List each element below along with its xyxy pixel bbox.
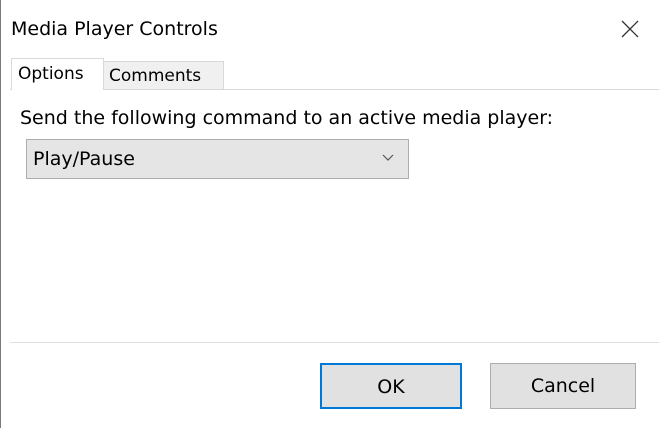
command-instruction-label: Send the following command to an active …	[20, 107, 554, 129]
chevron-down-icon	[382, 154, 394, 161]
title-bar: Media Player Controls	[0, 0, 659, 58]
window-title: Media Player Controls	[11, 18, 218, 40]
dialog-window: Media Player Controls Options Comments S…	[0, 0, 659, 428]
tab-options[interactable]: Options	[11, 58, 104, 90]
close-button[interactable]	[610, 11, 650, 47]
tab-comments[interactable]: Comments	[104, 61, 224, 90]
command-select[interactable]: Play/Pause	[26, 139, 409, 179]
command-select-value: Play/Pause	[33, 148, 135, 170]
cancel-button[interactable]: Cancel	[490, 363, 636, 409]
tab-comments-label: Comments	[109, 66, 202, 86]
tab-options-label: Options	[18, 64, 84, 84]
options-panel: Send the following command to an active …	[10, 90, 659, 342]
close-icon	[621, 20, 639, 38]
footer-divider	[10, 342, 659, 343]
ok-button[interactable]: OK	[320, 363, 462, 409]
